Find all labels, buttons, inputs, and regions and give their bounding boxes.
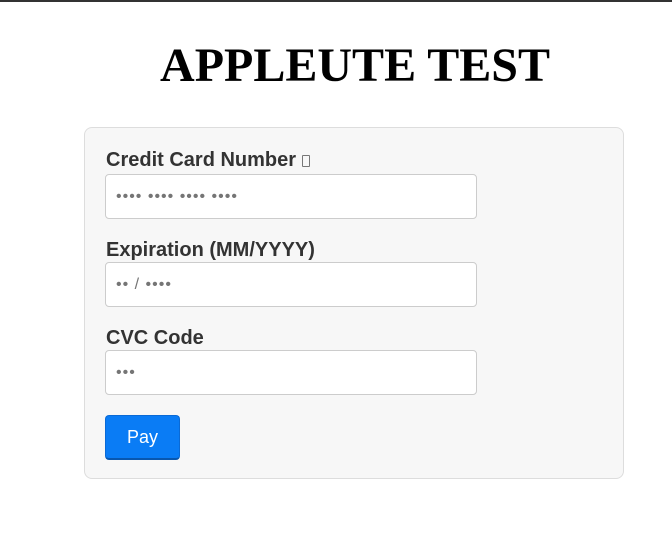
cvc-input[interactable] [105, 350, 477, 395]
card-number-input[interactable] [105, 174, 477, 219]
card-number-label: Credit Card Number [106, 148, 311, 172]
page-title: APPLEUTE TEST [160, 39, 550, 92]
card-icon [302, 155, 311, 167]
expiration-input[interactable] [105, 262, 477, 307]
cvc-label: CVC Code [106, 327, 204, 349]
card-number-label-text: Credit Card Number [106, 149, 297, 171]
top-border [0, 0, 672, 2]
pay-button[interactable]: Pay [105, 415, 180, 460]
expiration-label: Expiration (MM/YYYY) [106, 239, 315, 261]
payment-form: Credit Card Number Expiration (MM/YYYY) … [84, 127, 624, 479]
